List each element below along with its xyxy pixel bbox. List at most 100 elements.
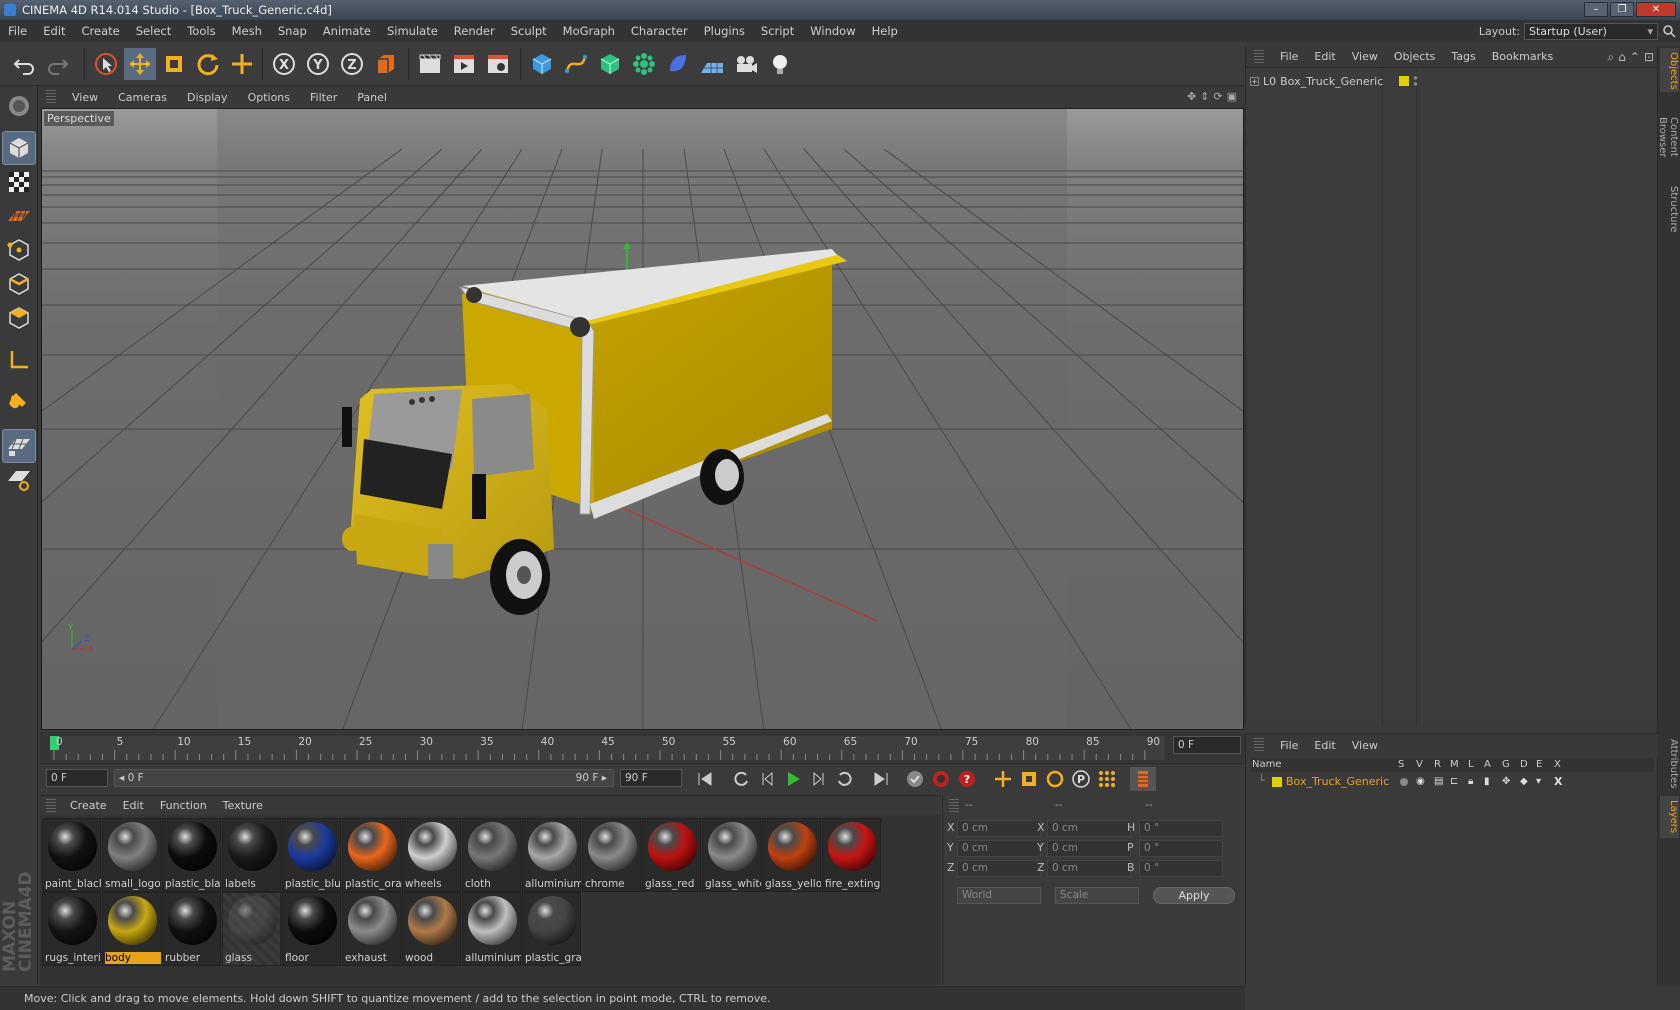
make-editable-icon[interactable] bbox=[3, 90, 35, 122]
col-view[interactable]: V bbox=[1416, 759, 1423, 770]
camera-icon[interactable] bbox=[730, 48, 762, 80]
menu-help[interactable]: Help bbox=[864, 24, 906, 38]
end-frame-field[interactable]: 90 F bbox=[620, 769, 682, 787]
render-view-icon[interactable] bbox=[414, 48, 446, 80]
menu-mograph[interactable]: MoGraph bbox=[555, 24, 623, 38]
col-manager[interactable]: M bbox=[1450, 759, 1459, 770]
search-icon[interactable] bbox=[1662, 24, 1676, 38]
col-expressions[interactable]: E bbox=[1536, 759, 1542, 770]
move-tool-icon[interactable] bbox=[124, 48, 156, 80]
viewport-camera-label[interactable]: Perspective bbox=[44, 111, 114, 126]
material-swatch[interactable]: wheels bbox=[402, 818, 461, 892]
layer-color-tag[interactable] bbox=[1399, 76, 1410, 86]
menu-edit[interactable]: Edit bbox=[35, 24, 73, 38]
objects-menu-tags[interactable]: Tags bbox=[1443, 50, 1483, 63]
size-z-field[interactable]: 0 cm bbox=[1047, 860, 1131, 877]
material-swatch[interactable]: glass_white bbox=[702, 818, 761, 892]
locked-workplane-icon[interactable] bbox=[2, 429, 36, 463]
menu-file[interactable]: File bbox=[0, 24, 35, 38]
play-forward-icon[interactable] bbox=[780, 767, 806, 791]
render-icon[interactable]: ▤ bbox=[1434, 776, 1443, 787]
tab-attributes[interactable]: Attributes bbox=[1660, 734, 1679, 794]
axis-mode-icon[interactable] bbox=[3, 344, 35, 376]
autokeying-icon[interactable] bbox=[928, 767, 954, 791]
cloner-icon[interactable] bbox=[628, 48, 660, 80]
maximize-button[interactable]: ❐ bbox=[1610, 2, 1634, 17]
col-render[interactable]: R bbox=[1434, 759, 1441, 770]
go-to-start-icon[interactable] bbox=[692, 767, 718, 791]
record-keys-icon[interactable] bbox=[902, 767, 928, 791]
size-mode-dropdown[interactable]: Scale bbox=[1055, 887, 1139, 904]
animation-icon[interactable]: ▮ bbox=[1484, 776, 1490, 787]
xref-icon[interactable]: X bbox=[1554, 775, 1562, 788]
material-swatch[interactable]: fire_extinguisher bbox=[822, 818, 881, 892]
z-axis-lock-icon[interactable]: Z bbox=[336, 48, 368, 80]
menu-plugins[interactable]: Plugins bbox=[696, 24, 753, 38]
object-row[interactable]: + L0 Box_Truck_Generic bbox=[1250, 73, 1419, 89]
objects-menu-objects[interactable]: Objects bbox=[1386, 50, 1444, 63]
lock-icon[interactable]: 🔒︎ bbox=[1468, 776, 1473, 787]
search-icon[interactable]: ⌕ bbox=[1608, 50, 1615, 65]
keyframe-selection-icon[interactable]: ? bbox=[954, 767, 980, 791]
objects-menu-file[interactable]: File bbox=[1272, 50, 1306, 63]
material-swatch[interactable]: plastic_orange bbox=[342, 818, 401, 892]
render-picture-viewer-icon[interactable] bbox=[448, 48, 480, 80]
material-menu-create[interactable]: Create bbox=[62, 799, 115, 812]
rotation-h-field[interactable]: 0 ° bbox=[1139, 820, 1223, 837]
timeline-window-icon[interactable] bbox=[1130, 767, 1156, 791]
col-solo[interactable]: S bbox=[1398, 759, 1404, 770]
col-name[interactable]: Name bbox=[1252, 759, 1282, 770]
new-window-icon[interactable]: ⊡ bbox=[1644, 50, 1654, 65]
spline-pen-icon[interactable] bbox=[560, 48, 592, 80]
key-point-level-icon[interactable] bbox=[1094, 767, 1120, 791]
object-name[interactable]: Box_Truck_Generic bbox=[1280, 75, 1383, 88]
material-swatch[interactable]: floor bbox=[282, 892, 341, 966]
menu-create[interactable]: Create bbox=[74, 24, 128, 38]
material-swatch[interactable]: wood bbox=[402, 892, 461, 966]
key-parameter-icon[interactable]: P bbox=[1068, 767, 1094, 791]
expand-icon[interactable]: + bbox=[1250, 76, 1259, 86]
recent-tools-icon[interactable] bbox=[226, 48, 258, 80]
coordinate-space-dropdown[interactable]: World bbox=[957, 887, 1041, 904]
material-swatch[interactable]: paint_black bbox=[42, 818, 101, 892]
frame-range-slider[interactable]: ◂ 0 F 90 F ▸ bbox=[114, 769, 614, 787]
tab-structure[interactable]: Structure bbox=[1660, 182, 1679, 236]
material-swatch[interactable]: alluminium bbox=[462, 892, 521, 966]
layers-menu-view[interactable]: View bbox=[1344, 739, 1386, 752]
next-key-icon[interactable] bbox=[832, 767, 858, 791]
x-axis-lock-icon[interactable]: X bbox=[268, 48, 300, 80]
render-settings-icon[interactable] bbox=[482, 48, 514, 80]
snapping-magnet-icon[interactable] bbox=[3, 386, 35, 418]
deformer-icon[interactable] bbox=[662, 48, 694, 80]
key-position-icon[interactable] bbox=[990, 767, 1016, 791]
perspective-viewport[interactable]: Y X Z Perspective bbox=[41, 108, 1244, 730]
material-swatch[interactable]: chrome bbox=[582, 818, 641, 892]
tab-objects[interactable]: Objects bbox=[1660, 48, 1679, 92]
layout-dropdown[interactable]: Startup (User) bbox=[1524, 23, 1658, 40]
layer-row[interactable]: └ Box_Truck_Generic ◉ ▤ ⊏ 🔒︎ ▮ ✥ ◆ ▾ X bbox=[1250, 774, 1654, 790]
layer-name[interactable]: Box_Truck_Generic bbox=[1286, 775, 1389, 788]
key-rotation-icon[interactable] bbox=[1042, 767, 1068, 791]
position-z-field[interactable]: 0 cm bbox=[957, 860, 1041, 877]
model-mode-icon[interactable] bbox=[2, 131, 36, 165]
rotate-tool-icon[interactable] bbox=[192, 48, 224, 80]
orbit-view-icon[interactable]: ⟳ bbox=[1213, 90, 1222, 103]
start-frame-field[interactable]: 0 F bbox=[46, 769, 108, 787]
material-menu-function[interactable]: Function bbox=[152, 799, 215, 812]
layers-menu-file[interactable]: File bbox=[1272, 739, 1306, 752]
menu-simulate[interactable]: Simulate bbox=[379, 24, 446, 38]
scale-tool-icon[interactable] bbox=[158, 48, 190, 80]
material-swatch[interactable]: cloth bbox=[462, 818, 521, 892]
material-swatch[interactable]: labels bbox=[222, 818, 281, 892]
menu-render[interactable]: Render bbox=[446, 24, 503, 38]
dolly-view-icon[interactable]: ⇕ bbox=[1200, 90, 1209, 103]
material-swatch[interactable]: alluminium bbox=[522, 818, 581, 892]
menu-snap[interactable]: Snap bbox=[270, 24, 315, 38]
undo-icon[interactable] bbox=[8, 48, 40, 80]
coordinate-system-icon[interactable] bbox=[370, 48, 402, 80]
menu-character[interactable]: Character bbox=[623, 24, 696, 38]
col-locked[interactable]: L bbox=[1468, 759, 1474, 770]
col-generators[interactable]: G bbox=[1502, 759, 1510, 770]
viewport-menu-display[interactable]: Display bbox=[177, 91, 238, 104]
size-y-field[interactable]: 0 cm bbox=[1047, 840, 1131, 857]
